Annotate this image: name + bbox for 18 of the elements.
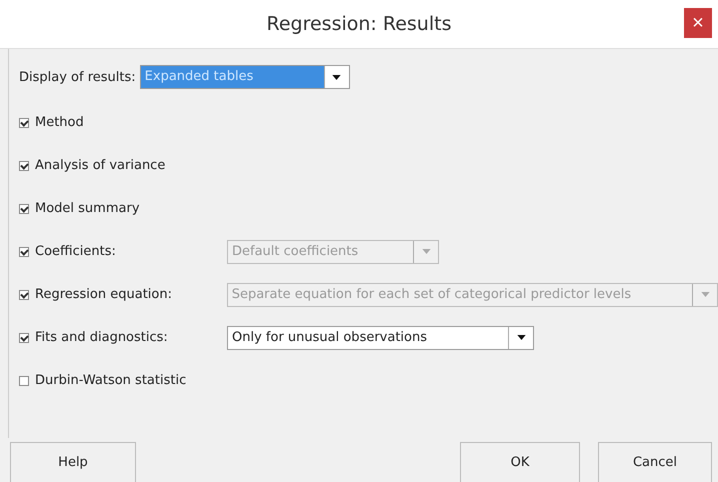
caret-icon xyxy=(422,249,430,254)
close-button[interactable]: × xyxy=(684,8,712,38)
field-label: Display of results: xyxy=(19,70,136,84)
caret-icon xyxy=(332,74,342,80)
dialog-button[interactable]: Cancel xyxy=(598,442,712,482)
checkbox[interactable]: Model summary xyxy=(19,201,219,216)
checkbox[interactable]: Durbin-Watson statistic xyxy=(19,373,219,388)
checkbox[interactable]: Method xyxy=(19,115,219,130)
checkbox[interactable]: Analysis of variance xyxy=(19,158,219,173)
checkbox[interactable]: Regression equation: xyxy=(19,287,219,302)
caret-icon xyxy=(700,292,710,297)
checkbox[interactable]: Coefficients: xyxy=(19,244,219,259)
dialog-button[interactable]: OK xyxy=(460,442,580,482)
dropdown[interactable]: Only for unusual observations xyxy=(227,326,534,350)
window-title: Regression: Results xyxy=(266,13,452,35)
caret-icon xyxy=(516,335,526,340)
dialog-button[interactable]: Help xyxy=(10,442,136,482)
checkbox[interactable]: Fits and diagnostics: xyxy=(19,330,219,345)
